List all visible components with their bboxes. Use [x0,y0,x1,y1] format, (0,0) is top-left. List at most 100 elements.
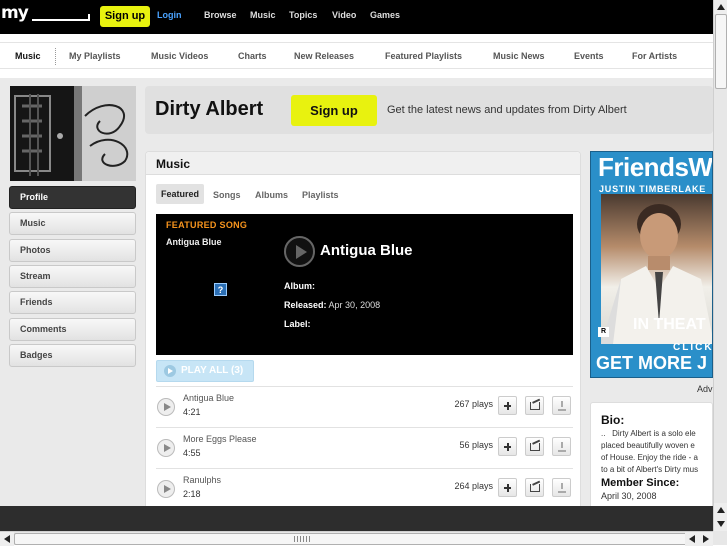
bio-text: .. Dirty Albert is a solo ele placed beau… [601,428,712,476]
left-menu-badges[interactable]: Badges [9,344,136,367]
subnav-for-artists[interactable]: For Artists [632,51,677,61]
subnav-events[interactable]: Events [574,51,604,61]
track-row: Ranulphs 2:18 264 plays [156,468,573,509]
download-icon[interactable] [552,437,571,456]
download-icon[interactable] [552,396,571,415]
featured-song-name[interactable]: Antigua Blue [166,237,222,247]
share-icon[interactable] [525,437,544,456]
released-label: Released: [284,300,327,310]
featured-album-row: Album: [284,281,315,291]
music-panel: Music Featured Songs Albums Playlists FE… [145,151,581,531]
bio-title: Bio: [601,413,625,427]
nav-games[interactable]: Games [370,10,400,20]
featured-song-label: FEATURED SONG [166,220,248,230]
track-name[interactable]: Antigua Blue [183,393,234,403]
subnav-music-videos[interactable]: Music Videos [151,51,208,61]
myspace-logo[interactable]: my [1,3,29,25]
bio-line: to a bit of Albert's Dirty mus [601,465,699,474]
bio-line: .. Dirty Albert is a solo ele [601,429,696,438]
track-duration: 4:21 [183,407,201,417]
tab-albums[interactable]: Albums [255,190,288,200]
top-signup-button[interactable]: Sign up [100,6,150,27]
tab-playlists[interactable]: Playlists [302,190,339,200]
nav-topics[interactable]: Topics [289,10,317,20]
track-plays: 267 plays [454,399,493,409]
featured-label-row: Label: [284,319,311,329]
scroll-down-icon[interactable] [714,517,727,531]
add-to-playlist-icon[interactable] [498,396,517,415]
top-bar: my Sign up Login Browse Music Topics Vid… [0,0,713,34]
bottom-player-bar[interactable] [0,506,713,531]
nav-browse[interactable]: Browse [204,10,237,20]
featured-play-icon[interactable] [284,236,315,267]
track-play-icon[interactable] [157,398,175,416]
music-subnav: Music My Playlists Music Videos Charts N… [0,42,713,69]
subnav-my-playlists[interactable]: My Playlists [69,51,121,61]
track-plays: 56 plays [459,440,493,450]
track-play-icon[interactable] [157,439,175,457]
nav-music[interactable]: Music [250,10,276,20]
featured-song-title: Antigua Blue [320,242,413,259]
download-icon[interactable] [552,478,571,497]
logo-text: my [1,3,29,23]
bio-line: of House. Enjoy the ride - a [601,453,698,462]
scroll-up-icon[interactable] [714,0,727,14]
bio-line: placed beautifully woven e [601,441,695,450]
login-link[interactable]: Login [157,10,182,20]
scroll-right-icon[interactable] [699,532,713,546]
subnav-music[interactable]: Music [15,51,41,61]
add-to-playlist-icon[interactable] [498,478,517,497]
scroll-left-icon[interactable] [0,532,14,546]
track-play-icon[interactable] [157,480,175,498]
left-menu-profile[interactable]: Profile [9,186,136,209]
subnav-charts[interactable]: Charts [238,51,267,61]
ad-in-theaters: IN THEAT [633,316,706,333]
music-panel-title: Music [156,157,191,171]
ad-title: FriendsW [598,152,713,182]
subnav-music-news[interactable]: Music News [493,51,545,61]
tab-featured[interactable]: Featured [156,184,205,204]
label-label: Label: [284,319,311,329]
track-name[interactable]: Ranulphs [183,475,221,485]
play-all-label: PLAY ALL (3) [181,365,244,376]
profile-picture[interactable] [10,86,136,181]
left-menu-music[interactable]: Music [9,212,136,235]
vertical-scroll-thumb[interactable] [715,14,727,89]
rating-badge: R [598,327,609,337]
left-menu-stream[interactable]: Stream [9,265,136,288]
track-row: More Eggs Please 4:55 56 plays [156,427,573,468]
artist-name: Dirty Albert [155,98,264,120]
vertical-scrollbar[interactable] [713,0,727,531]
member-since-date: April 30, 2008 [601,491,657,501]
play-all-button[interactable]: PLAY ALL (3) [156,360,254,382]
track-duration: 4:55 [183,448,201,458]
subnav-featured-playlists[interactable]: Featured Playlists [385,51,462,61]
horizontal-scroll-thumb[interactable] [14,533,699,545]
scroll-left-icon[interactable] [685,532,699,546]
share-icon[interactable] [525,396,544,415]
featured-song-box: FEATURED SONG Antigua Blue ? Antigua Blu… [156,214,573,355]
member-since-label: Member Since: [601,477,680,489]
left-menu-friends[interactable]: Friends [9,291,136,314]
left-menu-comments[interactable]: Comments [9,318,136,341]
album-label: Album: [284,281,315,291]
track-plays: 264 plays [454,481,493,491]
add-to-playlist-icon[interactable] [498,437,517,456]
header-signup-button[interactable]: Sign up [291,95,377,126]
nav-video[interactable]: Video [332,10,356,20]
share-icon[interactable] [525,478,544,497]
tab-songs[interactable]: Songs [213,190,241,200]
left-menu-photos[interactable]: Photos [9,239,136,262]
scroll-up-icon[interactable] [714,503,727,517]
featured-released-row: Released: Apr 30, 2008 [284,300,380,310]
ad-subtitle: JUSTIN TIMBERLAKE [599,184,707,194]
horizontal-scrollbar[interactable] [0,531,713,546]
ad-click: CLICK [673,342,713,353]
movie-advertisement[interactable]: FriendsW JUSTIN TIMBERLAKE R IN THEAT CL… [590,151,713,378]
track-name[interactable]: More Eggs Please [183,434,257,444]
advertisement-label: Adv [697,384,713,394]
subnav-new-releases[interactable]: New Releases [294,51,354,61]
play-all-icon [164,365,176,377]
profile-photo-image [10,86,136,181]
track-duration: 2:18 [183,489,201,499]
